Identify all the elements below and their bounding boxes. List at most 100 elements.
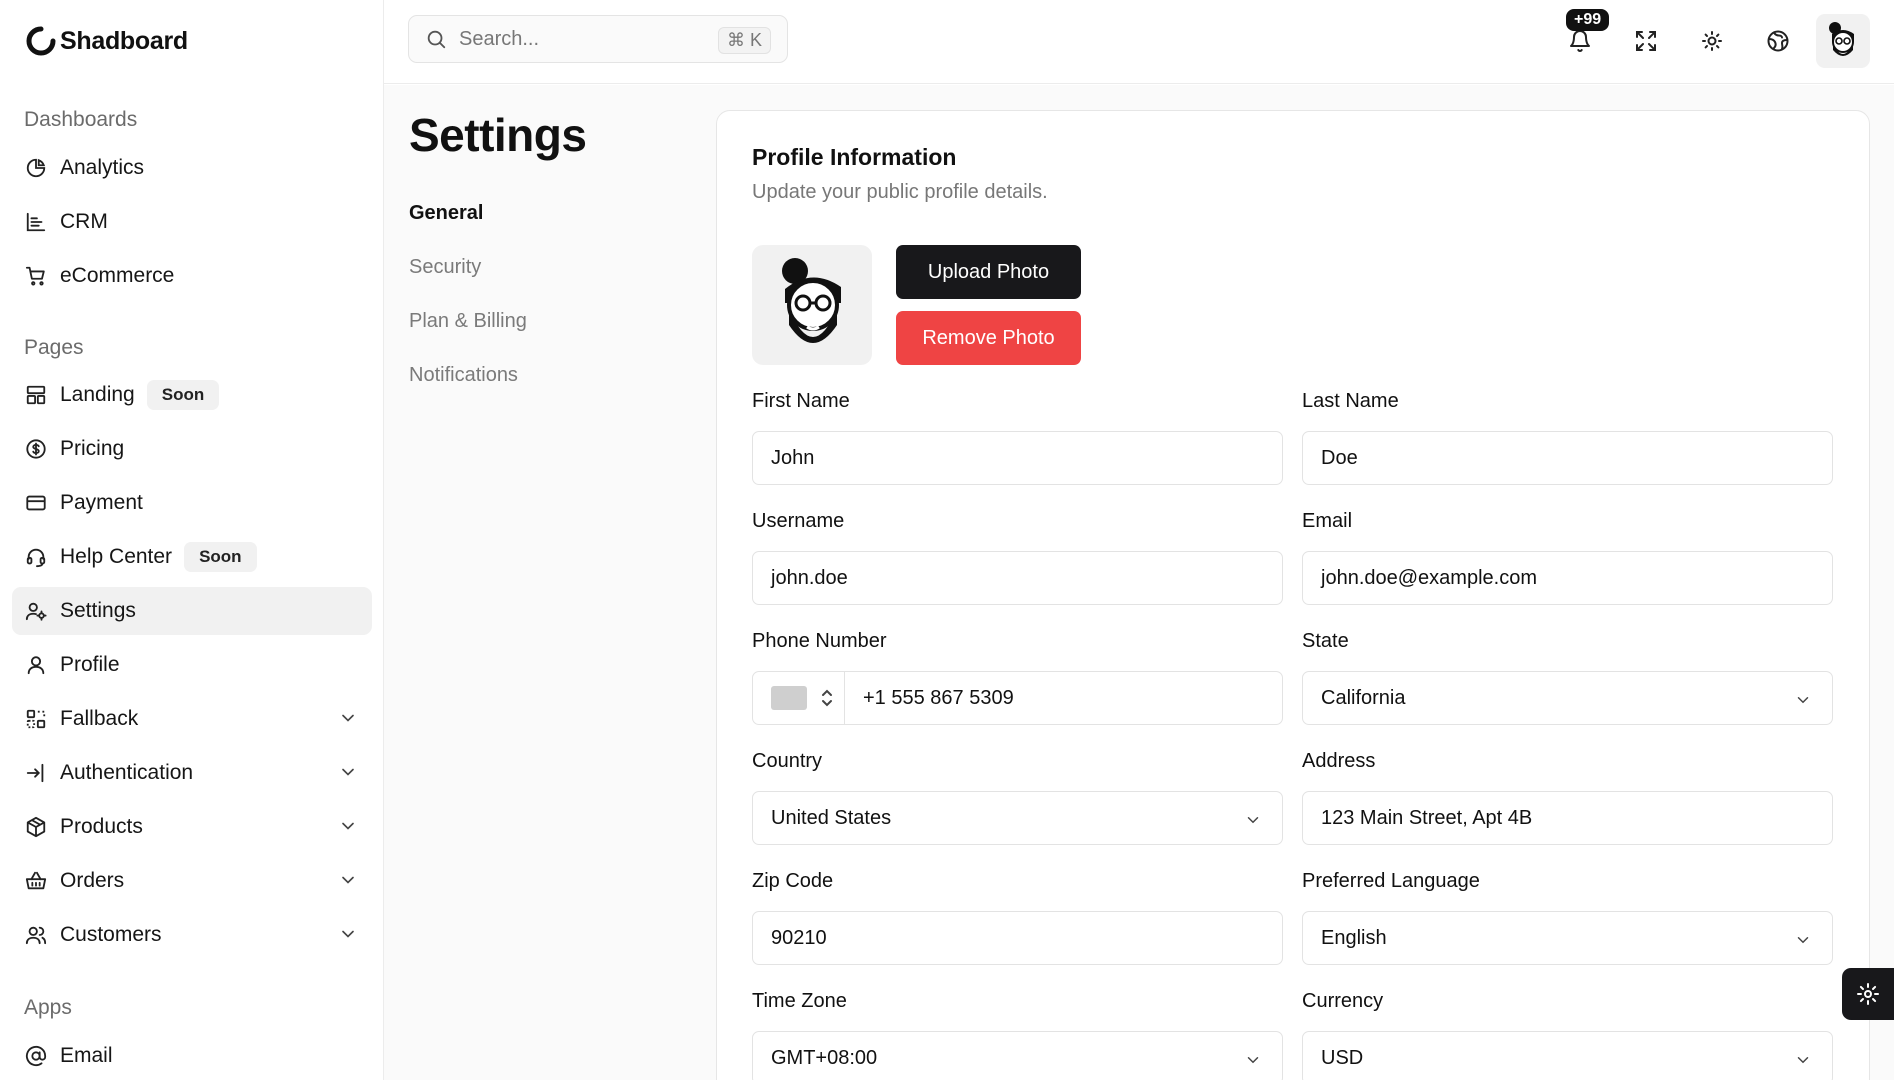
sidebar-item-label: Landing xyxy=(60,383,135,406)
country-value: United States xyxy=(771,806,892,829)
chevron-down-icon xyxy=(1794,931,1812,949)
fallback-icon xyxy=(24,707,48,731)
remove-photo-button[interactable]: Remove Photo xyxy=(896,311,1081,365)
search-placeholder: Search... xyxy=(459,27,540,50)
chevron-down-icon[interactable] xyxy=(338,762,358,782)
subnav-security[interactable]: Security xyxy=(409,256,481,279)
page-title: Settings xyxy=(409,109,587,161)
address-field[interactable]: 123 Main Street, Apt 4B xyxy=(1302,791,1833,845)
language-value: English xyxy=(1321,926,1387,949)
sidebar-item-ecommerce[interactable]: eCommerce xyxy=(12,252,372,300)
first-name-field[interactable]: John xyxy=(752,431,1283,485)
state-select[interactable]: California xyxy=(1302,671,1833,725)
brand-name: Shadboard xyxy=(60,26,188,55)
sidebar-item-landing[interactable]: Landing Soon xyxy=(12,371,372,419)
section-title-dashboards: Dashboards xyxy=(24,108,138,131)
sidebar-item-payment[interactable]: Payment xyxy=(12,479,372,527)
zip-code-field[interactable]: 90210 xyxy=(752,911,1283,965)
search-icon xyxy=(425,28,447,50)
chevron-down-icon[interactable] xyxy=(338,708,358,728)
sidebar-item-products[interactable]: Products xyxy=(12,803,372,851)
state-label: State xyxy=(1302,630,1349,652)
credit-card-icon xyxy=(24,491,48,515)
sidebar-item-label: Settings xyxy=(60,599,136,622)
subnav-notifications[interactable]: Notifications xyxy=(409,364,518,387)
customizer-button[interactable] xyxy=(1842,968,1894,1020)
section-title-apps: Apps xyxy=(24,996,72,1019)
sidebar-item-label: Orders xyxy=(60,869,125,892)
sidebar-item-fallback[interactable]: Fallback xyxy=(12,695,372,743)
topbar: Search... ⌘ K xyxy=(384,0,1894,84)
phone-label: Phone Number xyxy=(752,630,887,652)
profile-card-subtitle: Update your public profile details. xyxy=(752,181,1048,203)
sidebar-item-label: Pricing xyxy=(60,437,125,460)
sidebar-item-label: eCommerce xyxy=(60,264,175,287)
user-cog-icon xyxy=(24,599,48,623)
chevron-down-icon[interactable] xyxy=(338,924,358,944)
avatar-portrait-icon xyxy=(782,258,841,343)
subnav-general[interactable]: General xyxy=(409,202,483,225)
sidebar-item-settings[interactable]: Settings xyxy=(12,587,372,635)
sun-icon[interactable] xyxy=(1693,22,1731,60)
country-flag-icon xyxy=(771,686,807,710)
language-label: Preferred Language xyxy=(1302,870,1480,892)
gear-icon xyxy=(1857,983,1879,1005)
chevron-down-icon[interactable] xyxy=(338,816,358,836)
sidebar-item-authentication[interactable]: Authentication xyxy=(12,749,372,797)
sidebar-item-analytics[interactable]: Analytics xyxy=(12,144,372,192)
state-value: California xyxy=(1321,686,1406,709)
username-field[interactable]: john.doe xyxy=(752,551,1283,605)
fullscreen-icon[interactable] xyxy=(1627,22,1665,60)
currency-value: USD xyxy=(1321,1046,1364,1069)
sidebar-item-customers[interactable]: Customers xyxy=(12,911,372,959)
brand-logo[interactable]: Shadboard xyxy=(26,26,188,56)
soon-badge: Soon xyxy=(146,380,220,410)
phone-number-input[interactable]: +1 555 867 5309 xyxy=(863,687,1014,710)
chevron-down-icon xyxy=(1244,811,1262,829)
sidebar-item-label: Profile xyxy=(60,653,120,676)
chevron-up-down-icon xyxy=(822,689,832,707)
sidebar-item-crm[interactable]: CRM xyxy=(12,198,372,246)
address-label: Address xyxy=(1302,750,1376,772)
first-name-label: First Name xyxy=(752,390,850,412)
soon-badge: Soon xyxy=(184,542,257,572)
sidebar-item-label: Fallback xyxy=(60,707,139,730)
chevron-down-icon xyxy=(1794,691,1812,709)
username-label: Username xyxy=(752,510,845,532)
zip-code-label: Zip Code xyxy=(752,870,834,892)
profile-photo xyxy=(752,245,872,365)
phone-field: +1 555 867 5309 xyxy=(752,671,1283,725)
search-input[interactable]: Search... ⌘ K xyxy=(408,15,788,63)
globe-icon[interactable] xyxy=(1759,22,1797,60)
timezone-value: GMT+08:00 xyxy=(771,1046,878,1069)
user-avatar[interactable] xyxy=(1816,14,1870,68)
sidebar-item-label: Help Center xyxy=(60,545,173,568)
chevron-down-icon xyxy=(1244,1051,1262,1069)
sidebar-item-label: Authentication xyxy=(60,761,194,784)
login-icon xyxy=(24,761,48,785)
basket-icon xyxy=(24,869,48,893)
upload-photo-button[interactable]: Upload Photo xyxy=(896,245,1081,299)
sidebar-item-label: Payment xyxy=(60,491,143,514)
sidebar-item-help-center[interactable]: Help Center Soon xyxy=(12,533,372,581)
language-select[interactable]: English xyxy=(1302,911,1833,965)
sidebar-item-profile[interactable]: Profile xyxy=(12,641,372,689)
subnav-plan-billing[interactable]: Plan & Billing xyxy=(409,310,527,333)
email-field[interactable]: john.doe@example.com xyxy=(1302,551,1833,605)
avatar-portrait-icon xyxy=(1829,22,1854,56)
sidebar-item-label: Products xyxy=(60,815,143,838)
sidebar-item-label: Customers xyxy=(60,923,162,946)
phone-country-select[interactable] xyxy=(753,672,845,724)
shadboard-logo-icon xyxy=(26,26,56,56)
last-name-label: Last Name xyxy=(1302,390,1399,412)
sidebar-item-orders[interactable]: Orders xyxy=(12,857,372,905)
country-select[interactable]: United States xyxy=(752,791,1283,845)
chevron-down-icon[interactable] xyxy=(338,870,358,890)
timezone-label: Time Zone xyxy=(752,990,847,1012)
sidebar-item-pricing[interactable]: Pricing xyxy=(12,425,372,473)
chevron-down-icon xyxy=(1794,1051,1812,1069)
timezone-select[interactable]: GMT+08:00 xyxy=(752,1031,1283,1080)
sidebar-item-email[interactable]: Email xyxy=(12,1032,372,1080)
currency-select[interactable]: USD xyxy=(1302,1031,1833,1080)
last-name-field[interactable]: Doe xyxy=(1302,431,1833,485)
